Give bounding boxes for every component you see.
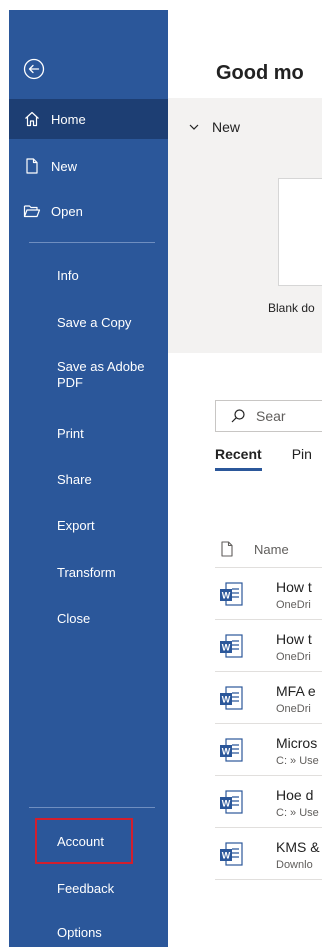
svg-text:W: W [222, 747, 231, 757]
sidebar-item-print[interactable]: Print [9, 413, 168, 453]
sidebar-item-label: Info [57, 267, 79, 283]
file-list-header: Name [220, 541, 289, 557]
file-row[interactable]: W Hoe d C: » Use [215, 775, 322, 828]
new-section-label: New [212, 119, 241, 135]
search-placeholder: Sear [256, 408, 286, 424]
sidebar-item-save-as-adobe-pdf[interactable]: Save as Adobe PDF [9, 359, 168, 401]
sidebar-item-label: Open [51, 203, 83, 219]
sidebar-item-open[interactable]: Open [9, 191, 168, 231]
word-document-icon: W [220, 686, 243, 710]
column-name-header[interactable]: Name [254, 542, 289, 557]
window-left-edge [0, 0, 9, 947]
file-row[interactable] [215, 879, 322, 910]
file-type-icon [221, 541, 233, 557]
file-name: MFA e [276, 683, 316, 699]
file-row[interactable]: W Micros C: » Use [215, 723, 322, 776]
word-document-icon: W [220, 842, 243, 866]
file-tabs: Recent Pin [215, 446, 322, 471]
home-icon [25, 111, 39, 127]
svg-text:W: W [222, 695, 231, 705]
new-document-icon [26, 158, 38, 174]
new-section-toggle[interactable]: New [188, 119, 240, 135]
file-location: C: » Use [276, 755, 319, 767]
sidebar-item-label: Save as Adobe PDF [57, 359, 145, 390]
svg-text:W: W [222, 643, 231, 653]
folder-open-icon [23, 205, 41, 218]
tab-recent[interactable]: Recent [215, 446, 262, 471]
sidebar-item-label: New [51, 158, 78, 174]
sidebar-item-transform[interactable]: Transform [9, 552, 168, 592]
file-name: Hoe d [276, 787, 314, 803]
file-row[interactable]: W How t OneDri [215, 619, 322, 672]
file-row[interactable]: W KMS & Downlo [215, 827, 322, 880]
sidebar-divider [29, 807, 155, 808]
file-location: C: » Use [276, 807, 319, 819]
backstage-sidebar: Home New Open Info Save a Copy Save as A… [9, 10, 168, 947]
search-icon [231, 409, 245, 423]
svg-text:W: W [222, 591, 231, 601]
blank-document-thumbnail[interactable] [278, 178, 322, 286]
search-input[interactable]: Sear [215, 400, 322, 432]
sidebar-item-new[interactable]: New [9, 146, 168, 186]
svg-text:W: W [222, 851, 231, 861]
sidebar-item-share[interactable]: Share [9, 459, 168, 499]
sidebar-item-home[interactable]: Home [9, 99, 168, 139]
sidebar-item-export[interactable]: Export [9, 505, 168, 545]
sidebar-item-label: Options [57, 924, 102, 940]
file-row[interactable]: W How t OneDri [215, 567, 322, 620]
file-location: Downlo [276, 859, 313, 871]
file-location: OneDri [276, 703, 311, 715]
sidebar-item-label: Feedback [57, 880, 115, 896]
file-location: OneDri [276, 599, 311, 611]
sidebar-item-label: Transform [57, 564, 116, 580]
word-document-icon: W [220, 738, 243, 762]
file-name: How t [276, 579, 312, 595]
sidebar-item-label: Close [57, 610, 91, 626]
tab-pinned[interactable]: Pin [292, 446, 312, 471]
window-top-edge [0, 0, 322, 10]
blank-document-label: Blank do [268, 301, 315, 315]
word-document-icon: W [220, 790, 243, 814]
greeting-title: Good mo [216, 62, 304, 84]
sidebar-item-label: Print [57, 425, 84, 441]
svg-text:W: W [222, 799, 231, 809]
backstage-main: Good mo New Blank do Sear Recent Pin Nam… [168, 10, 322, 947]
sidebar-item-label: Export [57, 517, 95, 533]
file-location: OneDri [276, 651, 311, 663]
file-name: KMS & [276, 839, 320, 855]
word-document-icon: W [220, 582, 243, 606]
sidebar-item-options[interactable]: Options [9, 912, 168, 952]
sidebar-item-label: Home [51, 111, 86, 127]
sidebar-item-feedback[interactable]: Feedback [9, 868, 168, 908]
back-arrow-icon[interactable] [23, 58, 45, 80]
sidebar-item-info[interactable]: Info [9, 255, 168, 295]
file-name: Micros [276, 735, 318, 751]
word-document-icon: W [220, 634, 243, 658]
sidebar-item-close[interactable]: Close [9, 598, 168, 638]
file-row[interactable]: W MFA e OneDri [215, 671, 322, 724]
sidebar-item-label: Share [57, 471, 92, 487]
chevron-down-icon [189, 124, 199, 130]
file-name: How t [276, 631, 312, 647]
sidebar-divider [29, 242, 155, 243]
account-highlight-box [35, 818, 133, 864]
sidebar-item-save-a-copy[interactable]: Save a Copy [9, 302, 168, 342]
sidebar-item-label: Save a Copy [57, 314, 132, 330]
